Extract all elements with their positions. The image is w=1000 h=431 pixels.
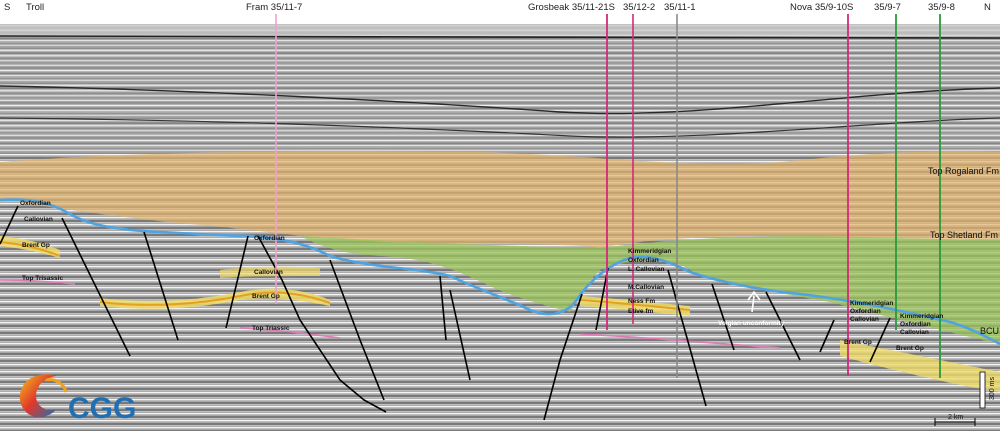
callovian-label: Callovian [24,216,53,223]
grosbeak-etive-label: Etive fm [628,308,654,315]
well-label-35-9-8: 35/9-8 [928,2,955,13]
grosbeak-ness-label: Ness Fm [628,298,655,305]
well-label-35-9-7: 35/9-7 [874,2,901,13]
top-rogaland-label: Top Rogaland Fm [928,166,999,176]
volgian-unconformity-label: Volgian unconformity [718,320,785,327]
well-label-nova: Nova 35/9-10S [790,2,854,13]
grosbeak-mcallovian-label: M.Callovian [628,284,664,291]
n98-brent-label: Brent Gp [896,345,924,352]
nova-callovian-label: Callovian [850,316,879,323]
fram-brent-label: Brent Gp [252,293,280,300]
fram-oxfordian-label: Oxfordian [254,235,285,242]
well-label-35-12-2: 35/12-2 [623,2,656,13]
well-label-fram: Fram 35/11-7 [246,2,303,13]
fram-trias-label: Top Triassic [252,325,290,332]
cgg-logo-text: CGG [68,392,136,425]
grosbeak-kimmeridgian-label: Kimmeridgian [628,248,671,255]
grosbeak-lcallovian-label: L. Callovian [628,266,665,273]
well-label-35-11-1: 35/11-1 [664,2,696,13]
fram-callovian-label: Callovian [254,269,283,276]
direction-south: S [4,2,11,13]
trias-label: Top Trisassic [22,275,63,282]
horizontal-scale-label: 2 km [948,414,963,421]
grosbeak-oxfordian-label: Oxfordian [628,257,659,264]
well-label-grosbeak: Grosbeak 35/11-21S [528,2,615,13]
seismic-upper-band [0,24,1000,154]
n98-kimmeridgian-label: Kimmeridgian [900,313,943,320]
vertical-scale-label: 300 ms [989,377,996,400]
n98-oxfordian-label: Oxfordian [900,321,931,328]
nova-brent-label: Brent Gp [844,339,872,346]
well-label-troll: Troll [26,2,45,13]
nova-kimmeridgian-label: Kimmeridgian [850,300,893,307]
bcu-label: BCU [980,326,999,336]
direction-north: N [984,2,991,13]
nova-oxfordian-label: Oxfordian [850,308,881,315]
seafloor-band [0,24,1000,36]
n98-callovian-label: Callovian [900,329,929,336]
brent-label: Brent Gp [22,242,50,249]
oxfordian-label: Oxfordian [20,200,51,207]
seismic-section: Top Rogaland Fm Top Shetland Fm BCU Oxfo… [0,14,1000,431]
top-shetland-label: Top Shetland Fm [930,230,998,240]
